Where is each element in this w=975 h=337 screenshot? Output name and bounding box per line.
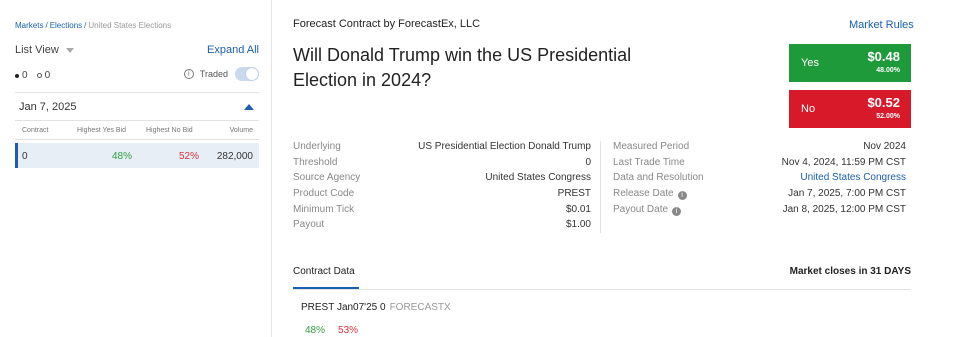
breadcrumb-elections[interactable]: Elections (50, 21, 82, 30)
radio-option-selected[interactable]: 0 (15, 70, 28, 81)
detail-key: Payout Date (613, 203, 669, 215)
detail-key: Last Trade Time (613, 156, 685, 168)
list-view-label: List View (15, 44, 59, 56)
contract-title: PREST Jan07'25 0 FORECASTX (301, 302, 451, 313)
mini-no-percent: 53% (338, 325, 359, 336)
tab-contract-data[interactable]: Contract Data (293, 266, 355, 277)
detail-key: Data and Resolution (613, 172, 704, 184)
chevron-up-icon[interactable] (244, 104, 254, 110)
market-rules-link[interactable]: Market Rules (849, 19, 914, 31)
detail-row: Product Code PREST (293, 188, 591, 204)
column-no-bid: Highest No Bid (146, 127, 193, 134)
breadcrumb-markets[interactable]: Markets (15, 21, 43, 30)
contract-details-left: Underlying US Presidential Election Donal… (293, 141, 591, 235)
table-row[interactable]: 0 48% 52% 282,000 (15, 143, 259, 168)
traded-toggle[interactable] (235, 67, 259, 81)
breadcrumb: Markets / Elections / United States Election… (15, 21, 171, 30)
row-no-bid: 52% (179, 151, 200, 162)
no-price: $0.52 (867, 95, 900, 110)
detail-value: Nov 2024 (863, 141, 906, 152)
date-group-header[interactable]: Jan 7, 2025 (19, 101, 77, 113)
detail-row: Payout Date i Jan 8, 2025, 12:00 PM CST (613, 204, 906, 220)
detail-key: Threshold (293, 156, 338, 168)
toggle-knob (246, 68, 258, 80)
expand-all-button[interactable]: Expand All (207, 44, 259, 56)
detail-value: $1.00 (565, 219, 591, 231)
detail-value: Nov 4, 2024, 11:59 PM CST (781, 156, 906, 168)
radio-filled-icon (15, 73, 19, 78)
detail-key: Release Date (613, 188, 674, 200)
contract-details-right: Measured Period Nov 2024 Last Trade Time N… (613, 141, 906, 219)
info-circle-icon[interactable]: i (672, 206, 682, 216)
divider (15, 139, 259, 140)
detail-row: Minimum Tick $0.01 (293, 204, 591, 220)
list-view-dropdown[interactable]: List View (15, 44, 74, 56)
info-circle-icon[interactable]: i (183, 69, 194, 79)
detail-value: United States Congress (485, 172, 591, 184)
no-percent: 52.00% (876, 113, 900, 120)
page-title: Will Donald Trump win the US Presidentia… (293, 45, 632, 90)
divider (293, 289, 911, 290)
yes-label: Yes (801, 57, 819, 69)
buy-yes-button[interactable]: Yes $0.48 48.00% (789, 44, 911, 82)
no-label: No (801, 103, 816, 115)
view-radio-group: 0 0 (15, 70, 59, 81)
column-yes-bid: Highest Yes Bid (77, 127, 127, 134)
detail-row: Release Date i Jan 7, 2025, 7:00 PM CST (613, 188, 906, 204)
contract-prices: 48% 53% (305, 325, 371, 336)
data-resolution-link[interactable]: United States Congress (800, 172, 906, 183)
detail-value: Jan 7, 2025, 7:00 PM CST (788, 188, 906, 200)
breadcrumb-current: United States Elections (88, 21, 172, 30)
detail-row: Last Trade Time Nov 4, 2024, 11:59 PM CST (613, 157, 906, 173)
info-circle-icon[interactable]: i (677, 191, 687, 201)
detail-key-with-info: Release Date i (613, 188, 687, 201)
market-closes-label: Market closes in 31 DAYS (789, 266, 911, 277)
detail-key: Measured Period (613, 141, 690, 152)
sidebar: Markets / Elections / United States Election… (0, 0, 272, 337)
detail-key: Underlying (293, 141, 341, 152)
detail-row: Data and Resolution United States Congres… (613, 172, 906, 188)
row-contract: 0 (22, 151, 28, 162)
buy-no-button[interactable]: No $0.52 52.00% (789, 90, 911, 128)
contract-provider: Forecast Contract by ForecastEx, LLC (293, 18, 481, 30)
detail-key: Minimum Tick (293, 203, 355, 215)
divider (15, 120, 259, 121)
divider (600, 141, 601, 233)
detail-key: Product Code (293, 188, 355, 200)
detail-row: Underlying US Presidential Election Donal… (293, 141, 591, 157)
detail-row: Payout $1.00 (293, 219, 591, 235)
contract-source: FORECASTX (389, 302, 451, 313)
column-contract: Contract (22, 127, 49, 134)
detail-key: Payout (293, 219, 325, 231)
detail-row: Measured Period Nov 2024 (613, 141, 906, 157)
divider (15, 92, 259, 93)
detail-key: Source Agency (293, 172, 361, 184)
traded-label: Traded (199, 69, 228, 79)
radio-option-label: 0 (22, 70, 28, 81)
detail-value: Jan 8, 2025, 12:00 PM CST (782, 203, 906, 215)
detail-row: Source Agency United States Congress (293, 172, 591, 188)
row-yes-bid: 48% (112, 151, 133, 162)
detail-value: PREST (557, 188, 591, 200)
radio-empty-icon (36, 73, 42, 78)
mini-yes-percent: 48% (305, 325, 326, 336)
chevron-down-icon (65, 47, 74, 53)
yes-price: $0.48 (867, 49, 900, 64)
radio-option[interactable]: 0 (36, 70, 51, 81)
contract-name: PREST Jan07'25 0 (301, 302, 386, 313)
breadcrumb-separator: / (84, 21, 87, 30)
yes-percent: 48.00% (876, 67, 900, 74)
detail-value: 0 (585, 156, 591, 168)
detail-row: Threshold 0 (293, 157, 591, 173)
traded-filter: i Traded (183, 67, 259, 81)
breadcrumb-separator: / (45, 21, 48, 30)
row-volume: 282,000 (216, 151, 253, 162)
detail-key-with-info: Payout Date i (613, 203, 682, 216)
detail-value: US Presidential Election Donald Trump (418, 141, 591, 152)
radio-option-label: 0 (44, 70, 51, 81)
column-volume: Volume (229, 127, 253, 134)
detail-value: $0.01 (565, 203, 591, 215)
